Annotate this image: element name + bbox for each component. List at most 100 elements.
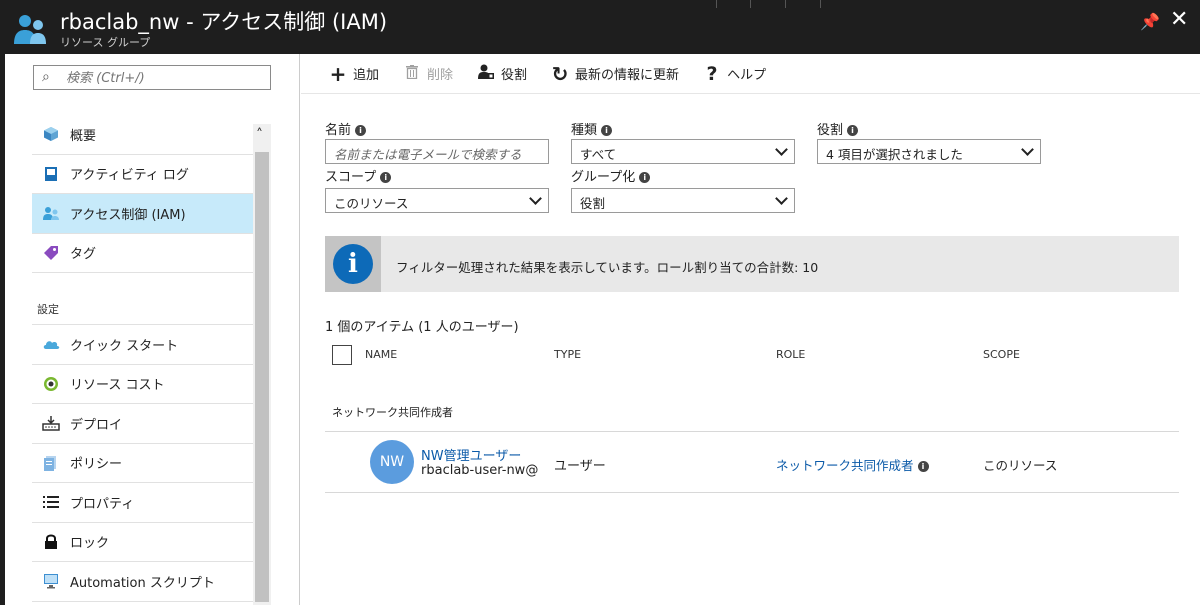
role-person-icon bbox=[477, 64, 495, 83]
user-principal-name: rbaclab-user-nw@ bbox=[421, 463, 539, 478]
search-icon: ⌕ bbox=[42, 69, 50, 85]
scroll-up-icon[interactable]: ˄ bbox=[256, 127, 263, 143]
scope-dropdown[interactable]: このリソース bbox=[325, 188, 549, 213]
info-circle-icon: i bbox=[333, 244, 373, 284]
item-count: 1 個のアイテム (1 人のユーザー) bbox=[325, 320, 519, 335]
page-subtitle: リソース グループ bbox=[60, 36, 151, 49]
nav-item-quickstart[interactable]: クイック スタート bbox=[32, 325, 253, 365]
scope-selected-value: このリソース bbox=[334, 196, 409, 211]
column-role[interactable]: ROLE bbox=[776, 348, 805, 361]
nav-item-label: ポリシー bbox=[70, 457, 123, 473]
nav-item-policy[interactable]: ポリシー bbox=[32, 444, 253, 483]
role-filter-label: 役割 i bbox=[817, 119, 859, 138]
page-title: rbaclab_nw - アクセス制御 (IAM) bbox=[60, 10, 388, 34]
column-scope[interactable]: SCOPE bbox=[983, 348, 1020, 361]
automation-icon bbox=[42, 572, 60, 590]
roles-label: 役割 bbox=[501, 68, 528, 83]
delete-label: 削除 bbox=[427, 68, 454, 83]
menu-search-box[interactable]: ⌕ bbox=[33, 65, 271, 90]
group-by-label: グループ化 i bbox=[571, 166, 651, 185]
header-divider bbox=[750, 0, 751, 8]
info-banner: i フィルター処理された結果を表示しています。ロール割り当ての合計数: 10 bbox=[325, 236, 1179, 292]
refresh-button[interactable]: ↻ 最新の情報に更新 bbox=[551, 62, 679, 86]
column-name[interactable]: NAME bbox=[365, 348, 397, 361]
left-edge-bar bbox=[0, 54, 5, 605]
nav-item-deploy[interactable]: デプロイ bbox=[32, 404, 253, 444]
column-type[interactable]: TYPE bbox=[554, 348, 581, 361]
nav-item-label: ロック bbox=[70, 536, 110, 552]
header-divider bbox=[820, 0, 821, 8]
tag-icon bbox=[42, 244, 60, 262]
delete-button[interactable]: 削除 bbox=[403, 64, 453, 83]
scrollbar-thumb[interactable] bbox=[255, 152, 269, 602]
name-search-field[interactable]: 名前または電子メールで検索する bbox=[325, 139, 549, 164]
table-row[interactable]: NW NW管理ユーザー rbaclab-user-nw@ ユーザー ネットワーク… bbox=[325, 432, 1179, 493]
info-icon[interactable]: i bbox=[639, 172, 651, 183]
group-selected-value: 役割 bbox=[580, 196, 606, 211]
user-name-link[interactable]: NW管理ユーザー bbox=[421, 445, 521, 464]
activity-log-icon bbox=[42, 165, 60, 183]
info-icon[interactable]: i bbox=[917, 461, 929, 472]
select-all-checkbox[interactable] bbox=[332, 345, 352, 365]
properties-icon bbox=[42, 493, 60, 511]
nav-item-label: 概要 bbox=[70, 128, 97, 144]
nav-item-label: クイック スタート bbox=[70, 338, 179, 354]
type-dropdown[interactable]: すべて bbox=[571, 139, 795, 164]
nav-item-locks[interactable]: ロック bbox=[32, 523, 253, 562]
chevron-down-icon bbox=[775, 192, 788, 205]
nav-item-overview[interactable]: 概要 bbox=[32, 115, 253, 155]
menu-scrollbar[interactable]: ˄ bbox=[253, 124, 271, 605]
role-name: ネットワーク共同作成者 bbox=[776, 458, 914, 473]
deploy-icon bbox=[42, 414, 60, 432]
cube-icon bbox=[42, 125, 60, 143]
info-icon[interactable]: i bbox=[380, 172, 392, 183]
add-label: 追加 bbox=[353, 68, 380, 83]
banner-icon-box: i bbox=[325, 236, 381, 292]
blade-header: rbaclab_nw - アクセス制御 (IAM) リソース グループ 📌 ✕ bbox=[0, 0, 1200, 54]
nav-item-properties[interactable]: プロパティ bbox=[32, 483, 253, 523]
section-header-settings: 設定 bbox=[32, 273, 253, 325]
lock-icon bbox=[42, 533, 60, 551]
iam-users-icon bbox=[42, 204, 60, 222]
nav-item-label: デプロイ bbox=[70, 417, 123, 433]
resource-group-icon bbox=[14, 15, 46, 44]
help-label: ヘルプ bbox=[727, 68, 767, 83]
chevron-down-icon bbox=[775, 143, 788, 156]
nav-item-automation-script[interactable]: Automation スクリプト bbox=[32, 562, 253, 602]
info-icon[interactable]: i bbox=[601, 125, 613, 136]
header-divider bbox=[785, 0, 786, 8]
header-divider bbox=[716, 0, 717, 8]
close-icon[interactable]: ✕ bbox=[1170, 8, 1188, 32]
role-dropdown[interactable]: 4 項目が選択されました bbox=[817, 139, 1041, 164]
resource-menu: ⌕ 概要 アクティビティ ログ アクセス制御 (IAM) タグ bbox=[0, 54, 300, 605]
scope-filter-label: スコープ i bbox=[325, 166, 392, 185]
nav-item-label: アクセス制御 (IAM) bbox=[70, 207, 186, 223]
nav-item-iam[interactable]: アクセス制御 (IAM) bbox=[32, 194, 253, 234]
nav-item-label: Automation スクリプト bbox=[70, 575, 215, 591]
roles-button[interactable]: 役割 bbox=[477, 64, 527, 83]
nav-item-resource-cost[interactable]: リソース コスト bbox=[32, 365, 253, 404]
search-input[interactable] bbox=[66, 68, 266, 88]
refresh-label: 最新の情報に更新 bbox=[575, 68, 680, 83]
info-icon[interactable]: i bbox=[355, 125, 367, 136]
add-button[interactable]: + 追加 bbox=[329, 62, 379, 86]
pin-icon[interactable]: 📌 bbox=[1140, 12, 1160, 31]
chevron-down-icon bbox=[529, 192, 542, 205]
help-button[interactable]: ? ヘルプ bbox=[703, 62, 767, 85]
info-icon[interactable]: i bbox=[847, 125, 859, 136]
nav-item-activity-log[interactable]: アクティビティ ログ bbox=[32, 155, 253, 194]
role-link[interactable]: ネットワーク共同作成者 i bbox=[776, 455, 929, 474]
nav-item-tags[interactable]: タグ bbox=[32, 234, 253, 273]
help-icon: ? bbox=[706, 62, 718, 85]
plus-icon: + bbox=[329, 61, 347, 86]
type-selected-value: すべて bbox=[580, 147, 617, 162]
group-by-dropdown[interactable]: 役割 bbox=[571, 188, 795, 213]
avatar: NW bbox=[370, 440, 414, 484]
cost-icon bbox=[42, 375, 60, 393]
refresh-icon: ↻ bbox=[551, 61, 569, 86]
chevron-down-icon bbox=[1021, 143, 1034, 156]
group-header: ネットワーク共同作成者 bbox=[332, 406, 453, 419]
type-filter-label: 種類 i bbox=[571, 119, 613, 138]
table-header: NAME TYPE ROLE SCOPE bbox=[325, 343, 1179, 367]
nav-item-label: タグ bbox=[70, 247, 97, 263]
